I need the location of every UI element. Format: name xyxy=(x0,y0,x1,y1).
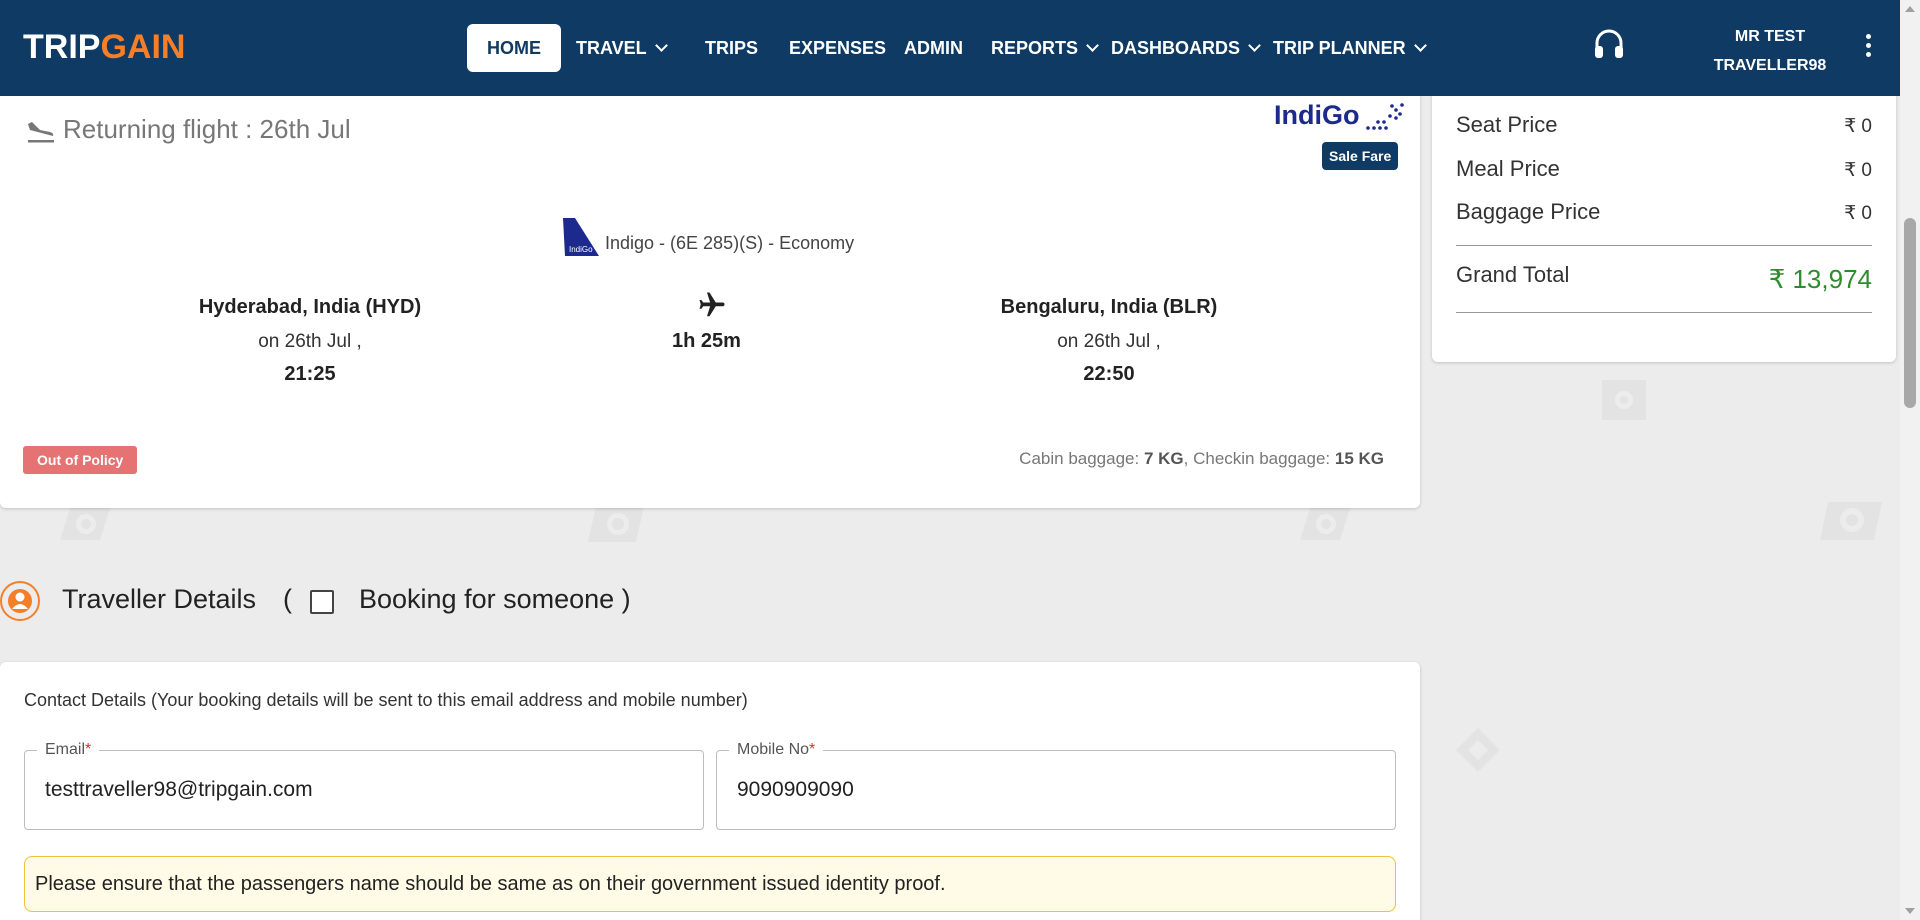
airplane-icon xyxy=(697,290,727,320)
chevron-down-icon xyxy=(1413,39,1427,52)
mobile-required-mark: * xyxy=(809,741,816,758)
nav-expenses[interactable]: EXPENSES xyxy=(789,24,886,72)
flight-info: Indigo - (6E 285)(S) - Economy xyxy=(605,233,855,253)
departure-info: Hyderabad, India (HYD) on 26th Jul , 21:… xyxy=(145,296,475,386)
departure-date: on 26th Jul , xyxy=(258,331,362,352)
checkin-baggage-label: , Checkin baggage: xyxy=(1183,449,1335,468)
nav-dashboards[interactable]: DASHBOARDS xyxy=(1111,24,1261,72)
nav-admin-label: ADMIN xyxy=(904,38,963,58)
checkin-baggage-value: 15 KG xyxy=(1334,449,1384,468)
arrival-info: Bengaluru, India (BLR) on 26th Jul , 22:… xyxy=(944,296,1274,386)
meal-price-value: ₹ 0 xyxy=(1844,160,1872,181)
traveller-paren-open: ( xyxy=(283,584,292,614)
chevron-down-icon xyxy=(1086,39,1099,52)
indigo-dots-icon xyxy=(1366,103,1404,130)
booking-for-someone-label[interactable]: Booking for someone ) xyxy=(359,584,631,615)
scroll-down-arrow-icon[interactable] xyxy=(1905,908,1915,914)
flight-duration: 1h 25m xyxy=(672,330,741,352)
airline-logo-text: IndiGo xyxy=(1274,100,1360,130)
seat-price-label: Seat Price xyxy=(1456,112,1558,137)
grand-total-value: ₹ 13,974 xyxy=(1768,264,1872,294)
booking-for-someone-checkbox[interactable] xyxy=(310,590,334,614)
baggage-price-label: Baggage Price xyxy=(1456,199,1601,224)
nav-trips-label: TRIPS xyxy=(705,38,759,58)
price-divider xyxy=(1456,245,1872,246)
nav-home-label: HOME xyxy=(487,38,541,58)
airline-tail-icon: IndiGo xyxy=(561,218,601,258)
email-label-text: Email xyxy=(45,741,86,758)
nav-dashboards-label: DASHBOARDS xyxy=(1111,38,1241,58)
baggage-info: Cabin baggage: 7 KG, Checkin baggage: 15… xyxy=(1000,449,1384,469)
email-field-label: Email* xyxy=(37,741,100,759)
nav-travel[interactable]: TRAVEL xyxy=(576,24,668,72)
traveller-details-title: Traveller Details xyxy=(62,584,257,614)
nav-home[interactable]: HOME xyxy=(467,24,561,72)
name-id-notice: Please ensure that the passengers name s… xyxy=(24,856,1396,912)
price-summary-card: Seat Price ₹ 0 Meal Price ₹ 0 Baggage Pric… xyxy=(1432,90,1896,362)
nav-expenses-label: EXPENSES xyxy=(789,38,887,58)
arrival-city: Bengaluru, India (BLR) xyxy=(1000,296,1218,318)
user-name-line1: MR TEST xyxy=(1734,28,1806,45)
nav-trip-planner-label: TRIP PLANNER xyxy=(1273,38,1406,58)
tripgain-logo[interactable]: TRIPGAIN xyxy=(23,28,185,67)
cabin-baggage-label: Cabin baggage: xyxy=(1019,449,1144,468)
user-circle-icon xyxy=(0,581,40,621)
meal-price-row: Meal Price ₹ 0 xyxy=(1456,156,1872,182)
logo-text-trip: TRIP xyxy=(23,28,101,66)
mobile-field-label: Mobile No* xyxy=(729,741,824,759)
watermark-camera-icon xyxy=(1816,488,1886,550)
email-required-mark: * xyxy=(85,741,92,758)
nav-trips[interactable]: TRIPS xyxy=(705,24,758,72)
contact-details-label: Contact Details (Your booking details wi… xyxy=(24,690,748,710)
logo-text-gain: GAIN xyxy=(100,28,186,66)
mobile-field[interactable]: Mobile No* xyxy=(716,741,1396,830)
top-navigation-bar: TRIPGAIN HOME TRAVEL TRIPS EXPENSES ADMI… xyxy=(0,0,1900,96)
contact-details-card: Contact Details (Your booking details wi… xyxy=(0,662,1420,920)
nav-reports-label: REPORTS xyxy=(991,38,1079,58)
email-field[interactable]: Email* xyxy=(24,741,704,830)
scrollbar-thumb[interactable] xyxy=(1904,218,1916,408)
baggage-price-value: ₹ 0 xyxy=(1844,203,1872,224)
grand-total-row: Grand Total ₹ 13,974 xyxy=(1456,262,1872,294)
nav-reports[interactable]: REPORTS xyxy=(991,24,1099,72)
returning-flight-title: Returning flight : 26th Jul xyxy=(63,114,351,144)
watermark-diamond-icon xyxy=(1454,726,1502,774)
meal-price-label: Meal Price xyxy=(1456,156,1560,181)
more-vertical-icon[interactable] xyxy=(1864,34,1872,60)
user-name-line2: TRAVELLER98 xyxy=(1713,57,1827,74)
grand-total-label: Grand Total xyxy=(1456,262,1570,287)
sale-fare-badge: Sale Fare xyxy=(1322,142,1399,170)
arrival-date: on 26th Jul , xyxy=(1057,331,1161,352)
watermark-square-icon xyxy=(1600,378,1648,422)
nav-admin[interactable]: ADMIN xyxy=(904,24,963,72)
seat-price-value: ₹ 0 xyxy=(1844,116,1872,137)
page-scrollbar[interactable] xyxy=(1900,0,1920,920)
returning-flight-card: Returning flight : 26th Jul IndiGo Sale … xyxy=(0,90,1420,508)
nav-trip-planner[interactable]: TRIP PLANNER xyxy=(1273,24,1427,72)
flight-landing-icon xyxy=(26,118,56,144)
out-of-policy-badge: Out of Policy xyxy=(23,446,138,474)
email-input[interactable] xyxy=(45,778,656,802)
seat-price-row: Seat Price ₹ 0 xyxy=(1456,112,1872,138)
scroll-up-arrow-icon[interactable] xyxy=(1905,6,1915,12)
mobile-label-text: Mobile No xyxy=(737,741,810,758)
price-divider-bottom xyxy=(1456,312,1872,313)
departure-time: 21:25 xyxy=(284,363,336,385)
svg-text:IndiGo: IndiGo xyxy=(569,245,593,254)
chevron-down-icon xyxy=(1248,39,1261,52)
user-menu[interactable]: MR TEST TRAVELLER98 xyxy=(1700,22,1840,80)
chevron-down-icon xyxy=(654,39,668,52)
departure-city: Hyderabad, India (HYD) xyxy=(198,296,422,318)
nav-travel-label: TRAVEL xyxy=(576,38,647,58)
arrival-time: 22:50 xyxy=(1083,363,1135,385)
headphones-icon[interactable] xyxy=(1594,28,1624,60)
cabin-baggage-value: 7 KG xyxy=(1143,449,1184,468)
baggage-price-row: Baggage Price ₹ 0 xyxy=(1456,199,1872,225)
mobile-input[interactable] xyxy=(737,778,1348,802)
indigo-logo: IndiGo xyxy=(1274,100,1404,131)
